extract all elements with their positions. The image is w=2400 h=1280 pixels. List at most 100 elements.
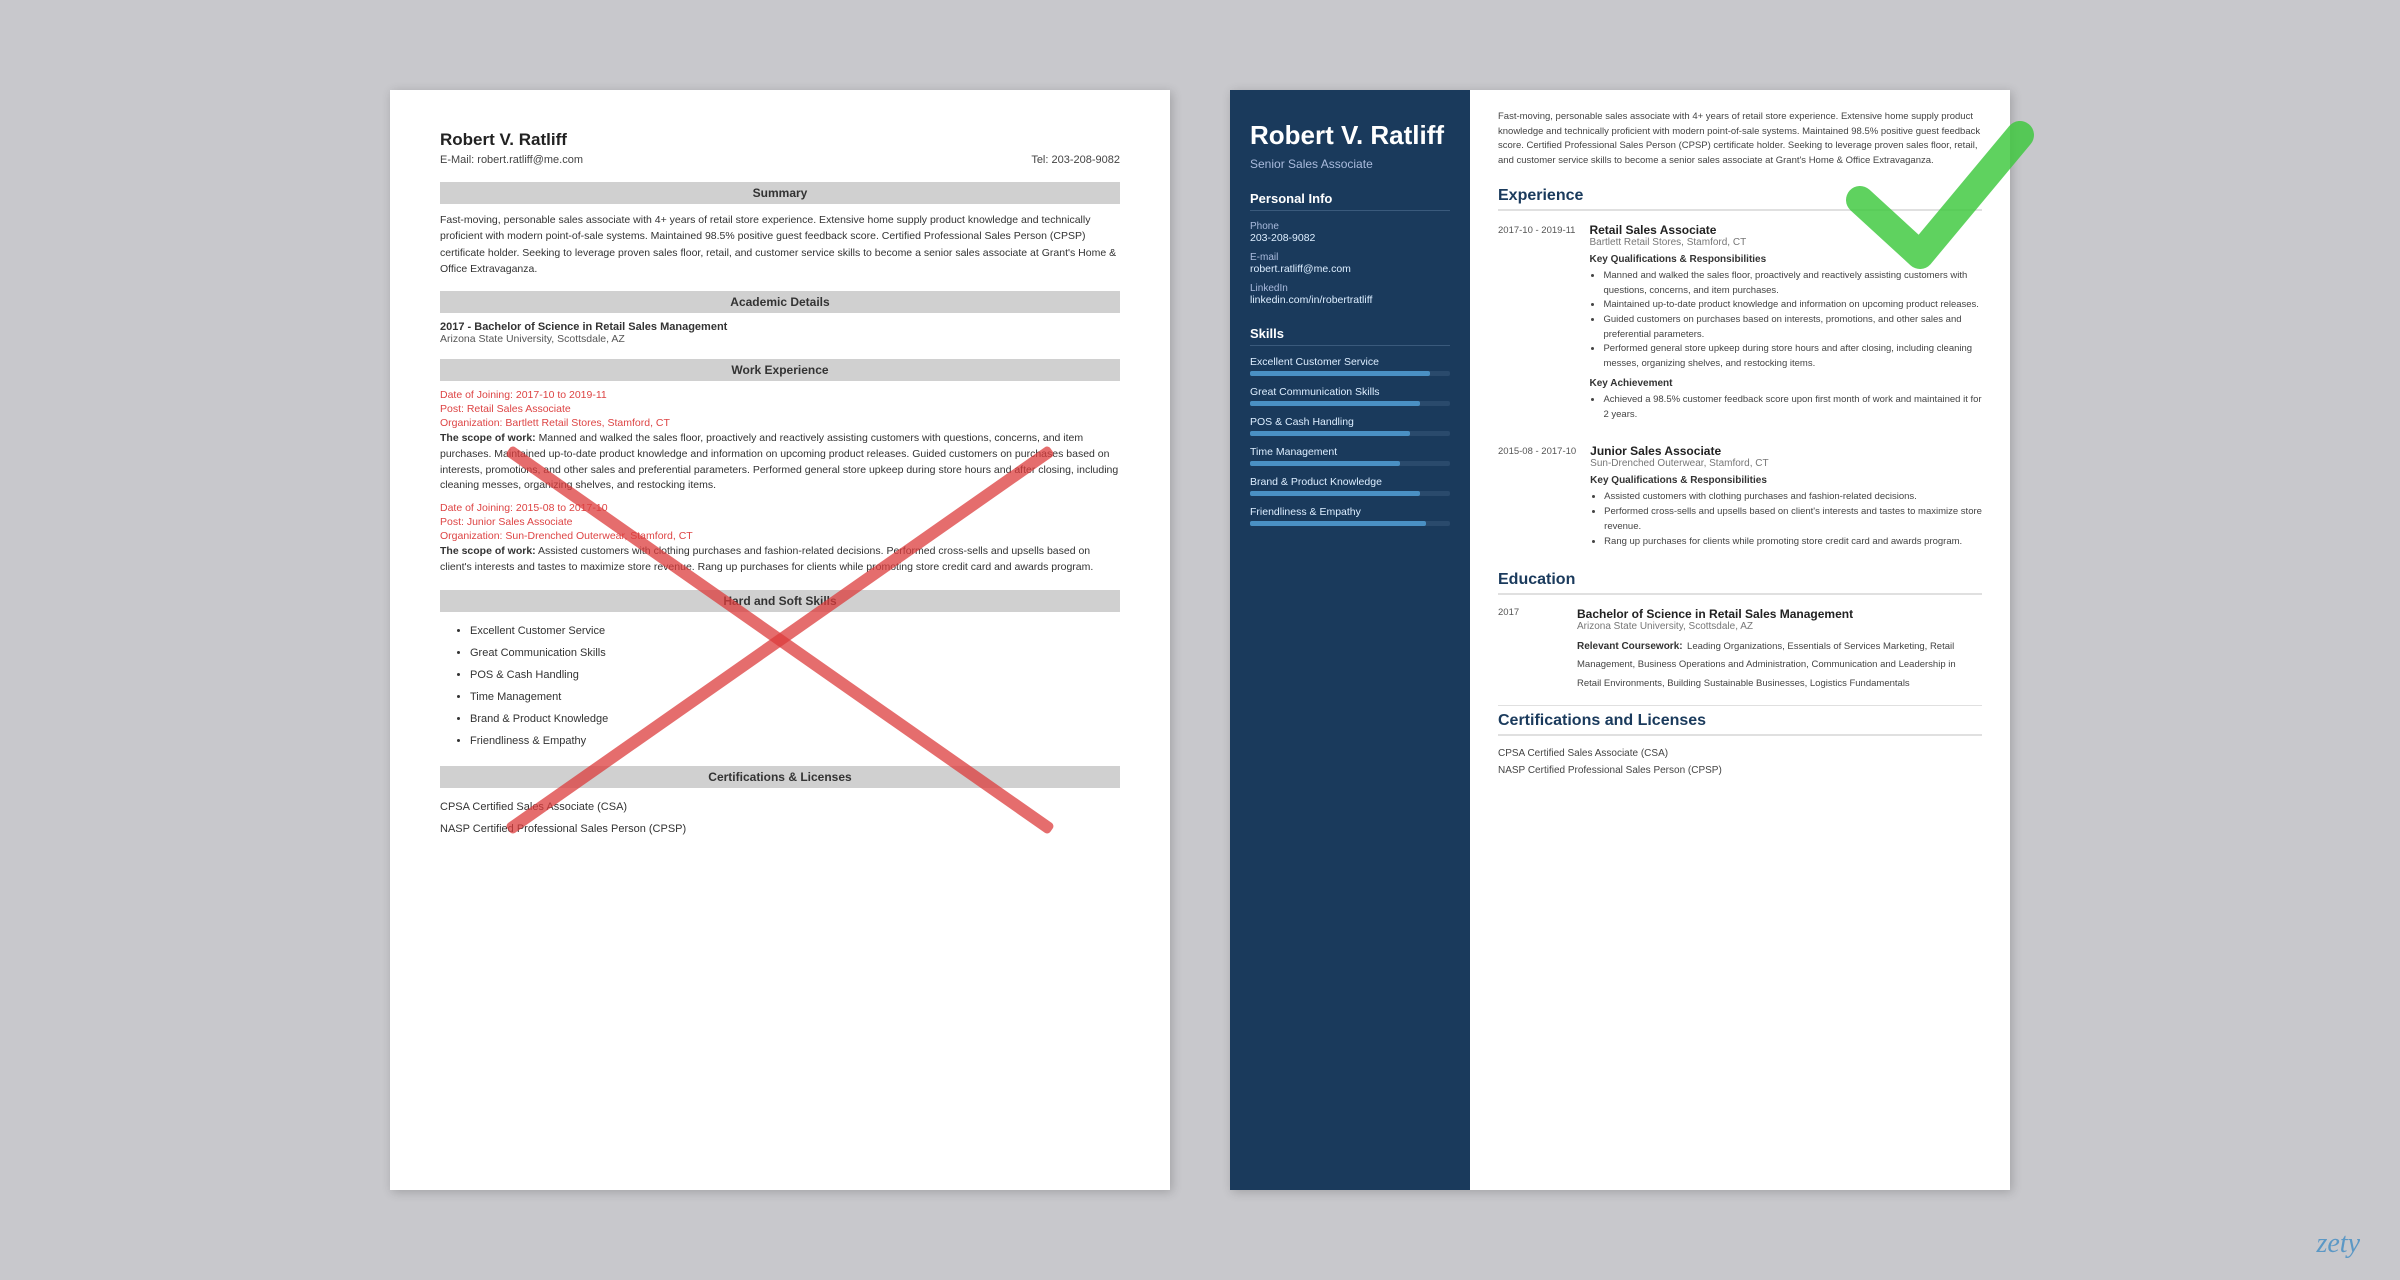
skill-bar-fill	[1250, 521, 1426, 526]
left-work-heading: Work Experience	[440, 359, 1120, 381]
right-exp-company: Sun-Drenched Outerwear, Stamford, CT	[1590, 458, 1982, 469]
skill-bar-fill	[1250, 461, 1400, 466]
right-skills-section: Skills Excellent Customer Service Great …	[1250, 326, 1450, 526]
right-summary-text: Fast-moving, personable sales associate …	[1498, 110, 1982, 169]
right-main: Fast-moving, personable sales associate …	[1470, 90, 2010, 1190]
list-item: Great Communication Skills	[470, 642, 1120, 664]
skill-bar-fill	[1250, 431, 1410, 436]
skill-bar-item: Excellent Customer Service	[1250, 356, 1450, 376]
left-edu-degree: 2017 - Bachelor of Science in Retail Sal…	[440, 321, 1120, 333]
right-exp-content: Retail Sales Associate Bartlett Retail S…	[1589, 223, 1982, 428]
list-item: Manned and walked the sales floor, proac…	[1603, 269, 1982, 298]
right-edu-degree: Bachelor of Science in Retail Sales Mana…	[1577, 607, 1982, 621]
left-edu-school: Arizona State University, Scottsdale, AZ	[440, 333, 1120, 345]
skill-bar-item: Friendliness & Empathy	[1250, 506, 1450, 526]
list-item: Time Management	[470, 686, 1120, 708]
right-edu-year: 2017	[1498, 607, 1563, 691]
right-sidebar: Robert V. Ratliff Senior Sales Associate…	[1230, 90, 1470, 1190]
right-exp-content: Junior Sales Associate Sun-Drenched Oute…	[1590, 444, 1982, 555]
right-cert1: CPSA Certified Sales Associate (CSA)	[1498, 748, 1982, 759]
right-edu-school: Arizona State University, Scottsdale, AZ	[1577, 621, 1982, 632]
right-linkedin-value: linkedin.com/in/robertratliff	[1250, 294, 1450, 306]
left-summary-text: Fast-moving, personable sales associate …	[440, 212, 1120, 277]
list-item: Maintained up-to-date product knowledge …	[1603, 298, 1982, 313]
skill-name: Brand & Product Knowledge	[1250, 476, 1450, 488]
right-exp-achievement-label: Key Achievement	[1589, 378, 1982, 389]
skill-name: Great Communication Skills	[1250, 386, 1450, 398]
left-job2-scope-label: The scope of work:	[440, 545, 536, 557]
right-exp-achievement-bullets: Achieved a 98.5% customer feedback score…	[1589, 393, 1982, 422]
right-exp-dates: 2017-10 - 2019-11	[1498, 223, 1575, 428]
list-item: Guided customers on purchases based on i…	[1603, 313, 1982, 342]
skill-bar-bg	[1250, 461, 1450, 466]
left-skills-list: Excellent Customer Service Great Communi…	[440, 620, 1120, 752]
right-personal-info-section: Personal Info Phone 203-208-9082 E-mail …	[1250, 191, 1450, 306]
skill-bar-fill	[1250, 371, 1430, 376]
right-edu-content: Bachelor of Science in Retail Sales Mana…	[1577, 607, 1982, 691]
skill-bar-bg	[1250, 491, 1450, 496]
left-skills-heading: Hard and Soft Skills	[440, 590, 1120, 612]
list-item: Rang up purchases for clients while prom…	[1604, 535, 1982, 550]
skill-name: Excellent Customer Service	[1250, 356, 1450, 368]
left-email: E-Mail: robert.ratliff@me.com	[440, 154, 583, 166]
right-exp-title: Junior Sales Associate	[1590, 444, 1982, 458]
right-exp-bullets: Manned and walked the sales floor, proac…	[1589, 269, 1982, 372]
skill-bar-bg	[1250, 431, 1450, 436]
right-title: Senior Sales Associate	[1250, 157, 1450, 171]
right-personal-info-heading: Personal Info	[1250, 191, 1450, 211]
skill-bar-bg	[1250, 521, 1450, 526]
right-exp-title: Retail Sales Associate	[1589, 223, 1982, 237]
skill-bar-fill	[1250, 491, 1420, 496]
left-certs-heading: Certifications & Licenses	[440, 766, 1120, 788]
right-edu-item: 2017 Bachelor of Science in Retail Sales…	[1498, 607, 1982, 691]
list-item: Excellent Customer Service	[470, 620, 1120, 642]
page-container: Robert V. Ratliff E-Mail: robert.ratliff…	[0, 0, 2400, 1280]
skill-bar-item: Brand & Product Knowledge	[1250, 476, 1450, 496]
right-experience-heading: Experience	[1498, 187, 1982, 211]
right-edu-coursework-label: Relevant Coursework:	[1577, 641, 1683, 652]
right-phone-value: 203-208-9082	[1250, 232, 1450, 244]
left-job1-scope: The scope of work: Manned and walked the…	[440, 431, 1120, 494]
skill-bar-bg	[1250, 401, 1450, 406]
list-item: Friendliness & Empathy	[470, 730, 1120, 752]
left-cert2: NASP Certified Professional Sales Person…	[440, 818, 1120, 840]
list-item: Assisted customers with clothing purchas…	[1604, 490, 1982, 505]
list-item: Achieved a 98.5% customer feedback score…	[1603, 393, 1982, 422]
right-education-heading: Education	[1498, 571, 1982, 595]
skill-bar-item: Great Communication Skills	[1250, 386, 1450, 406]
right-name: Robert V. Ratliff	[1250, 120, 1450, 151]
list-item: Performed cross-sells and upsells based …	[1604, 505, 1982, 534]
right-email-value: robert.ratliff@me.com	[1250, 263, 1450, 275]
skill-name: Time Management	[1250, 446, 1450, 458]
right-exp-bullets: Assisted customers with clothing purchas…	[1590, 490, 1982, 549]
skill-bar-item: POS & Cash Handling	[1250, 416, 1450, 436]
right-exp-kq-heading: Key Qualifications & Responsibilities	[1590, 475, 1982, 486]
right-resume: Robert V. Ratliff Senior Sales Associate…	[1230, 90, 2010, 1190]
right-phone-label: Phone	[1250, 221, 1450, 232]
right-exp-item: 2017-10 - 2019-11 Retail Sales Associate…	[1498, 223, 1982, 428]
right-exp-item: 2015-08 - 2017-10 Junior Sales Associate…	[1498, 444, 1982, 555]
right-exp-dates: 2015-08 - 2017-10	[1498, 444, 1576, 555]
right-jobs-container: 2017-10 - 2019-11 Retail Sales Associate…	[1498, 223, 1982, 555]
left-name: Robert V. Ratliff	[440, 130, 1120, 150]
skill-name: POS & Cash Handling	[1250, 416, 1450, 428]
zety-watermark: zety	[2316, 1228, 2360, 1260]
left-academic-heading: Academic Details	[440, 291, 1120, 313]
right-certs-heading: Certifications and Licenses	[1498, 712, 1982, 736]
right-cert2: NASP Certified Professional Sales Person…	[1498, 765, 1982, 776]
left-job2-scope: The scope of work: Assisted customers wi…	[440, 544, 1120, 576]
left-job2-scope-text: Assisted customers with clothing purchas…	[440, 545, 1093, 573]
right-top: Robert V. Ratliff Senior Sales Associate…	[1230, 90, 2010, 1190]
left-job1-scope-label: The scope of work:	[440, 432, 536, 444]
skill-name: Friendliness & Empathy	[1250, 506, 1450, 518]
left-contact: E-Mail: robert.ratliff@me.com Tel: 203-2…	[440, 154, 1120, 166]
list-item: Performed general store upkeep during st…	[1603, 342, 1982, 371]
left-job2-post: Post: Junior Sales Associate	[440, 516, 1120, 528]
left-job2-org: Organization: Sun-Drenched Outerwear, St…	[440, 530, 1120, 542]
list-item: POS & Cash Handling	[470, 664, 1120, 686]
left-tel: Tel: 203-208-9082	[1031, 154, 1120, 166]
left-job2: Date of Joining: 2015-08 to 2017-10 Post…	[440, 502, 1120, 576]
right-email-label: E-mail	[1250, 252, 1450, 263]
right-skills-heading: Skills	[1250, 326, 1450, 346]
left-certs: CPSA Certified Sales Associate (CSA) NAS…	[440, 796, 1120, 840]
